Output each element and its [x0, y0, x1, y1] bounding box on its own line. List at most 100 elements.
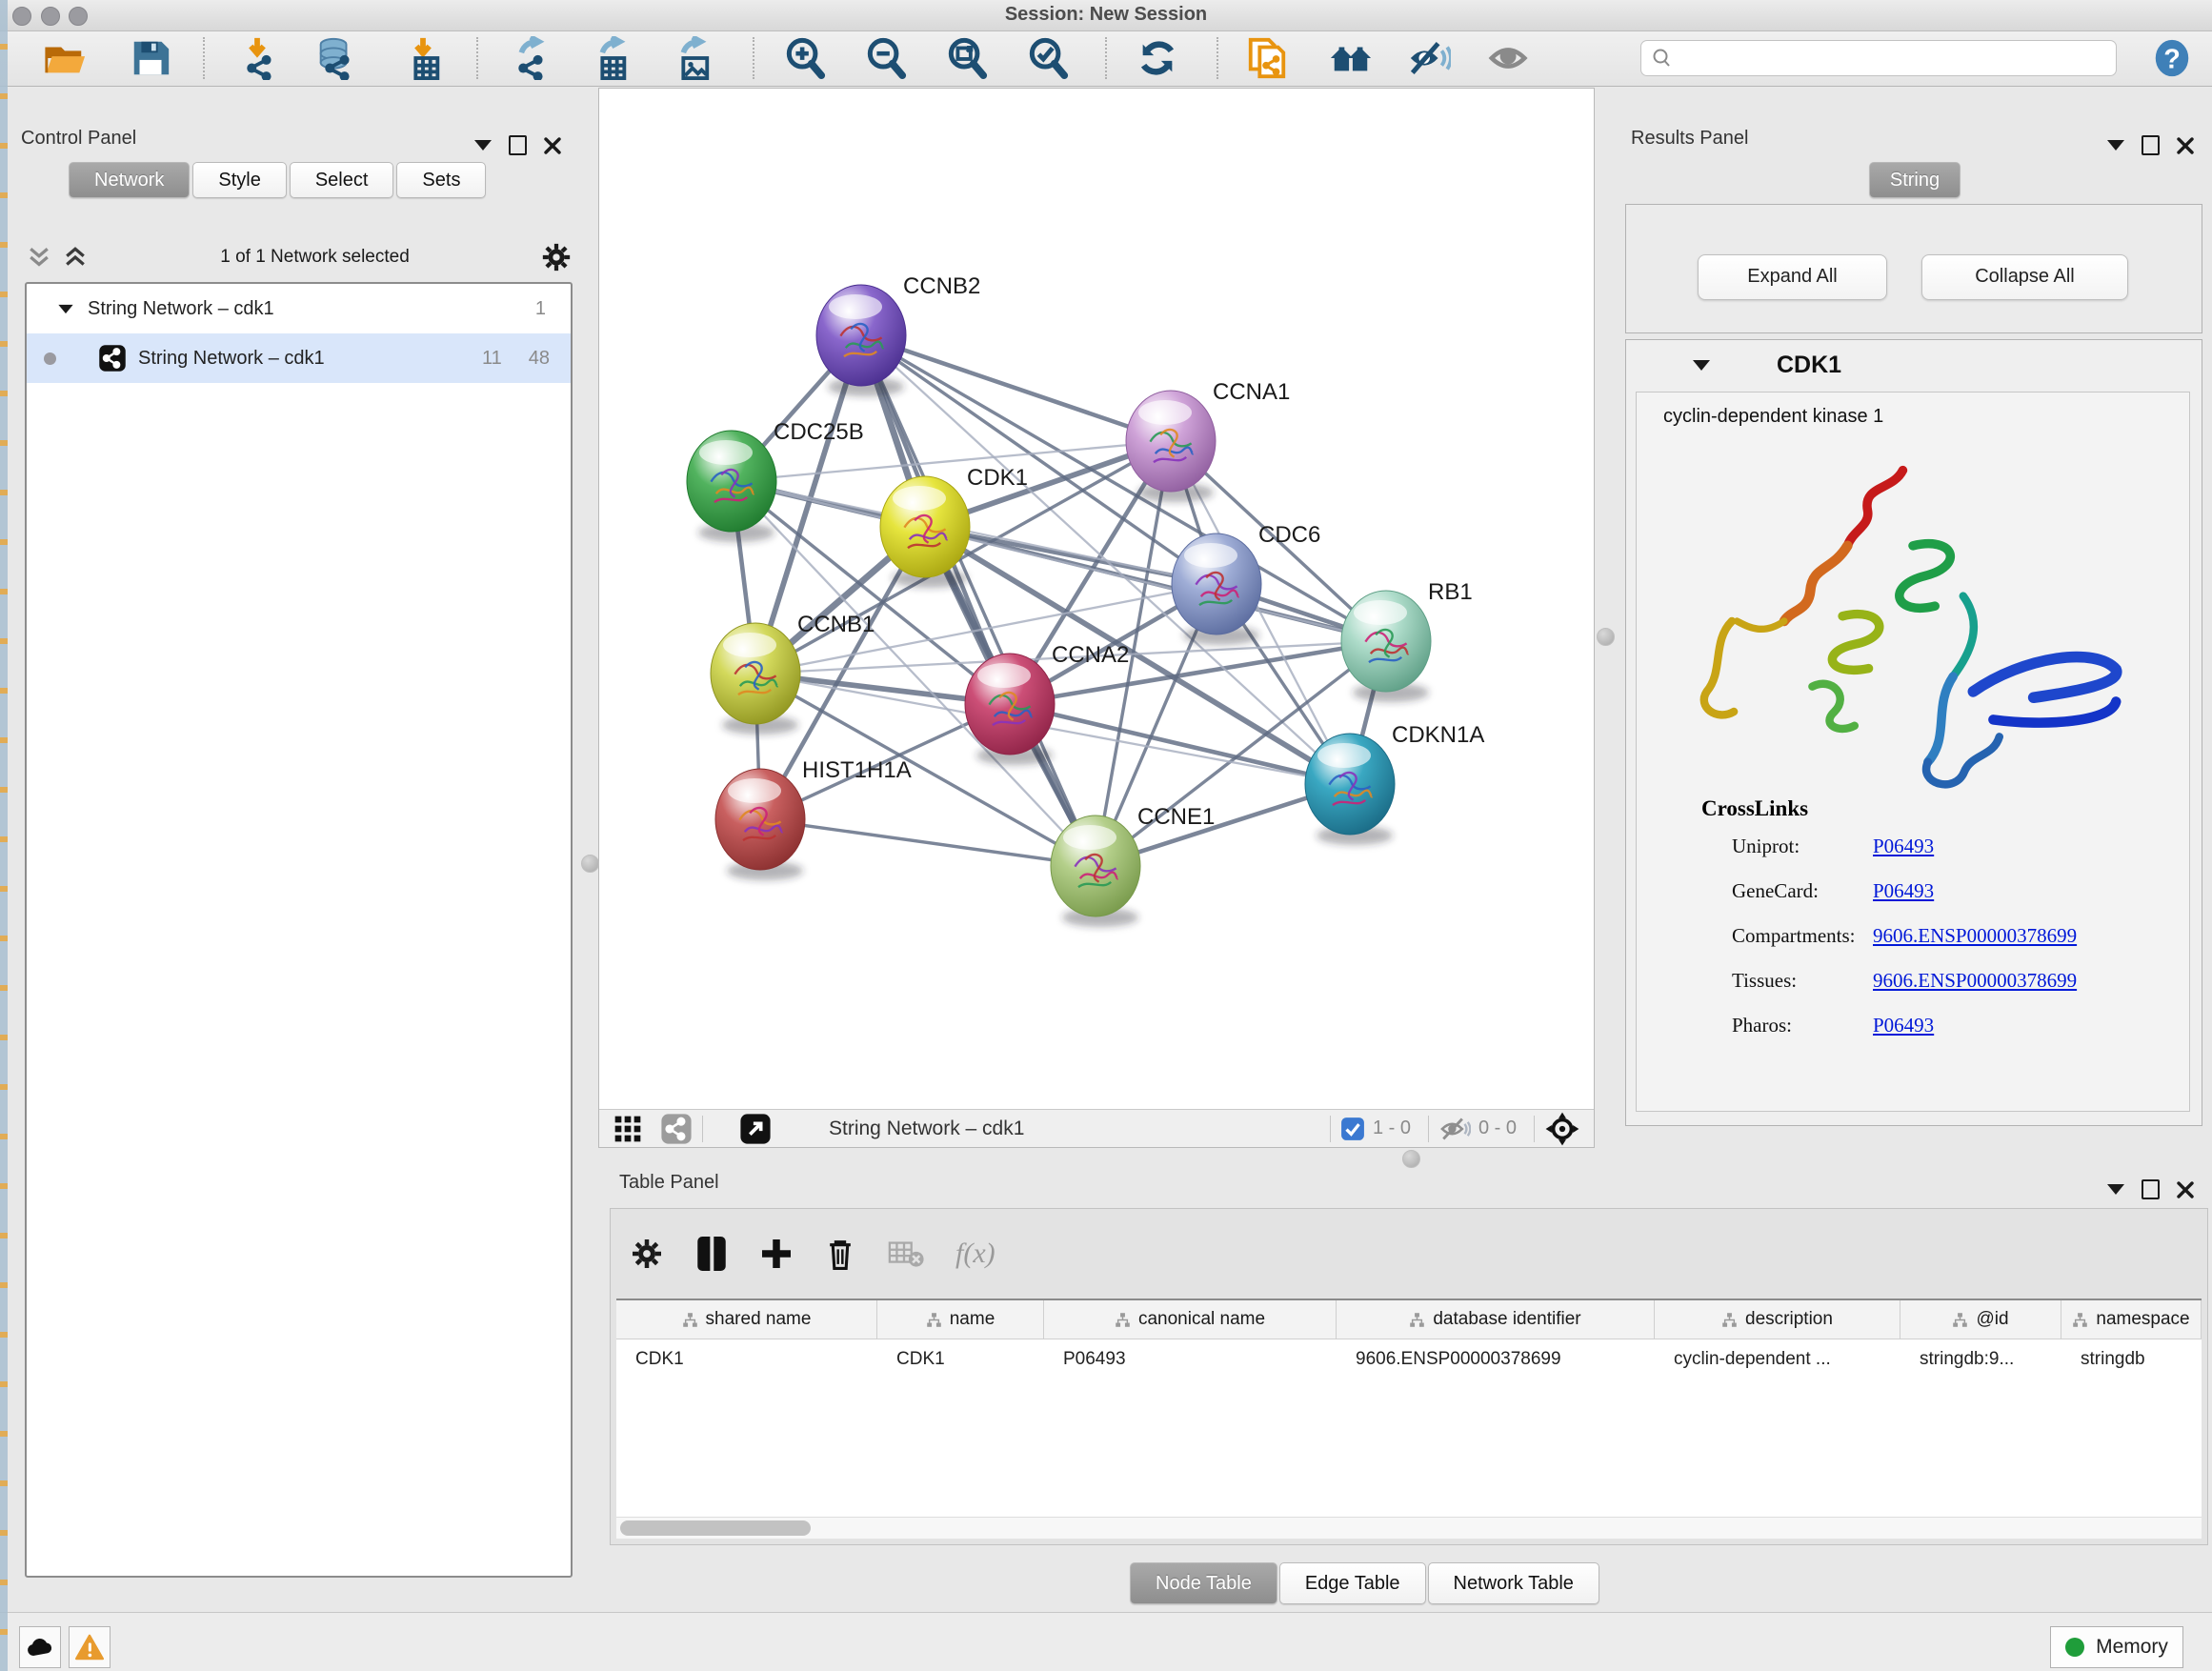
home-icon[interactable]: [1329, 36, 1373, 80]
collapse-panel-icon[interactable]: [474, 140, 492, 151]
search-input[interactable]: [1674, 47, 2097, 70]
tab-network[interactable]: Network: [69, 162, 190, 198]
network-view[interactable]: CCNB2CCNA1CDC25BCDK1CDC6RB1CCNB1CCNA2CDK…: [599, 89, 1594, 1109]
network-options-gear-icon[interactable]: [540, 241, 573, 273]
column-header-namespace[interactable]: namespace: [2061, 1300, 2202, 1339]
table-panel-window-buttons: [2107, 1179, 2194, 1199]
export-image-icon[interactable]: [669, 36, 713, 80]
crosslink-link[interactable]: P06493: [1873, 835, 1934, 858]
tab-edge-table[interactable]: Edge Table: [1279, 1562, 1426, 1604]
hide-selected-eye-icon[interactable]: [1407, 36, 1451, 80]
delete-column-icon[interactable]: [824, 1236, 856, 1272]
scrollbar-thumb[interactable]: [620, 1520, 811, 1536]
column-header-shared-name[interactable]: shared name: [616, 1300, 877, 1339]
tab-network-table[interactable]: Network Table: [1428, 1562, 1599, 1604]
table-options-gear-icon[interactable]: [630, 1237, 664, 1271]
float-panel-icon[interactable]: [509, 135, 527, 155]
table-cell[interactable]: stringdb:9...: [1900, 1339, 2061, 1379]
table-cell[interactable]: stringdb: [2061, 1339, 2202, 1379]
left-splitter-handle[interactable]: [581, 855, 599, 873]
tab-select[interactable]: Select: [290, 162, 394, 198]
cloud-status-button[interactable]: [19, 1626, 61, 1668]
collapse-panel-icon[interactable]: [2107, 140, 2124, 151]
column-header-canonical-name[interactable]: canonical name: [1044, 1300, 1337, 1339]
collapse-all-button[interactable]: Collapse All: [1921, 254, 2128, 300]
open-session-icon[interactable]: [43, 36, 87, 80]
memory-button[interactable]: Memory: [2050, 1626, 2183, 1668]
column-header-name[interactable]: name: [877, 1300, 1044, 1339]
crosslink-link[interactable]: 9606.ENSP00000378699: [1873, 969, 2077, 993]
table-row[interactable]: CDK1CDK1P064939606.ENSP00000378699cyclin…: [616, 1339, 2202, 1379]
network-canvas[interactable]: CCNB2CCNA1CDC25BCDK1CDC6RB1CCNB1CCNA2CDK…: [598, 88, 1595, 1148]
clone-network-icon[interactable]: [1245, 36, 1289, 80]
zoom-in-icon[interactable]: [783, 36, 827, 80]
network-edge-CCNA1-CDC25B[interactable]: [732, 441, 1171, 481]
section-expander-icon[interactable]: [1693, 360, 1710, 371]
float-panel-icon[interactable]: [2142, 1179, 2160, 1199]
network-node-CCNA1[interactable]: CCNA1: [1126, 379, 1290, 502]
import-network-icon[interactable]: [235, 36, 279, 80]
network-collection-row[interactable]: String Network – cdk1 1: [27, 284, 571, 333]
tab-string[interactable]: String: [1869, 162, 1961, 198]
network-node-CCNB2[interactable]: CCNB2: [816, 273, 980, 396]
network-node-CCNE1[interactable]: CCNE1: [1051, 804, 1215, 927]
expand-all-button[interactable]: Expand All: [1698, 254, 1887, 300]
zoom-out-icon[interactable]: [864, 36, 908, 80]
network-node-CCNA2[interactable]: CCNA2: [965, 642, 1129, 765]
save-session-icon[interactable]: [129, 36, 172, 80]
create-column-icon[interactable]: [759, 1237, 794, 1271]
column-header-database-identifier[interactable]: database identifier: [1337, 1300, 1655, 1339]
network-node-CDKN1A[interactable]: CDKN1A: [1305, 722, 1484, 845]
refresh-icon[interactable]: [1136, 36, 1179, 80]
network-edge-CCNB2-CCNE1[interactable]: [861, 335, 1096, 866]
string-app-icon[interactable]: [660, 1113, 693, 1145]
close-panel-icon[interactable]: [544, 137, 561, 154]
open-in-window-icon[interactable]: [739, 1113, 772, 1145]
close-panel-icon[interactable]: [2177, 137, 2194, 154]
network-row[interactable]: String Network – cdk1 11 48: [27, 333, 571, 383]
network-node-RB1[interactable]: RB1: [1341, 579, 1473, 702]
toolbar-separator: [1217, 37, 1218, 79]
import-database-icon[interactable]: [313, 36, 357, 80]
network-node-HIST1H1A[interactable]: HIST1H1A: [715, 757, 912, 880]
column-header-description[interactable]: description: [1655, 1300, 1900, 1339]
node-section-header[interactable]: CDK1: [1626, 340, 2202, 390]
network-edge-HIST1H1A-CCNE1[interactable]: [760, 819, 1096, 866]
show-all-eye-icon[interactable]: [1488, 36, 1532, 80]
birds-eye-view-icon[interactable]: [613, 1114, 643, 1144]
tab-style[interactable]: Style: [192, 162, 286, 198]
selected-nodes-checkbox-icon[interactable]: [1340, 1117, 1365, 1141]
right-splitter-handle[interactable]: [1597, 628, 1615, 646]
crosslink-link[interactable]: P06493: [1873, 879, 1934, 903]
table-cell[interactable]: cyclin-dependent ...: [1655, 1339, 1900, 1379]
float-panel-icon[interactable]: [2142, 135, 2160, 155]
warnings-button[interactable]: [69, 1626, 111, 1668]
show-columns-icon[interactable]: [694, 1235, 729, 1273]
table-cell[interactable]: CDK1: [616, 1339, 877, 1379]
crosslink-link[interactable]: 9606.ENSP00000378699: [1873, 924, 2077, 948]
network-node-CCNB1[interactable]: CCNB1: [711, 612, 875, 735]
column-header-@id[interactable]: @id: [1900, 1300, 2061, 1339]
tab-node-table[interactable]: Node Table: [1130, 1562, 1277, 1604]
network-edge-CCNA2-CDKN1A[interactable]: [1010, 704, 1350, 784]
tab-sets[interactable]: Sets: [396, 162, 486, 198]
table-horizontal-scrollbar[interactable]: [616, 1517, 2202, 1539]
zoom-selected-icon[interactable]: [1026, 36, 1070, 80]
fit-selected-crosshair-icon[interactable]: [1544, 1111, 1580, 1147]
crosslink-link[interactable]: P06493: [1873, 1014, 1934, 1037]
collapse-panel-icon[interactable]: [2107, 1184, 2124, 1195]
export-network-icon[interactable]: [507, 36, 551, 80]
bottom-splitter-handle[interactable]: [1402, 1150, 1420, 1168]
collapse-all-tree-icon[interactable]: [61, 245, 90, 270]
expand-all-tree-icon[interactable]: [25, 245, 53, 270]
collection-expander-icon[interactable]: [58, 304, 72, 312]
import-table-icon[interactable]: [401, 36, 445, 80]
help-icon[interactable]: ?: [2150, 36, 2194, 80]
export-table-icon[interactable]: [588, 36, 632, 80]
zoom-fit-icon[interactable]: [945, 36, 989, 80]
table-cell[interactable]: CDK1: [877, 1339, 1044, 1379]
network-node-CDC25B[interactable]: CDC25B: [687, 419, 864, 542]
table-cell[interactable]: 9606.ENSP00000378699: [1337, 1339, 1655, 1379]
close-panel-icon[interactable]: [2177, 1181, 2194, 1198]
table-cell[interactable]: P06493: [1044, 1339, 1337, 1379]
